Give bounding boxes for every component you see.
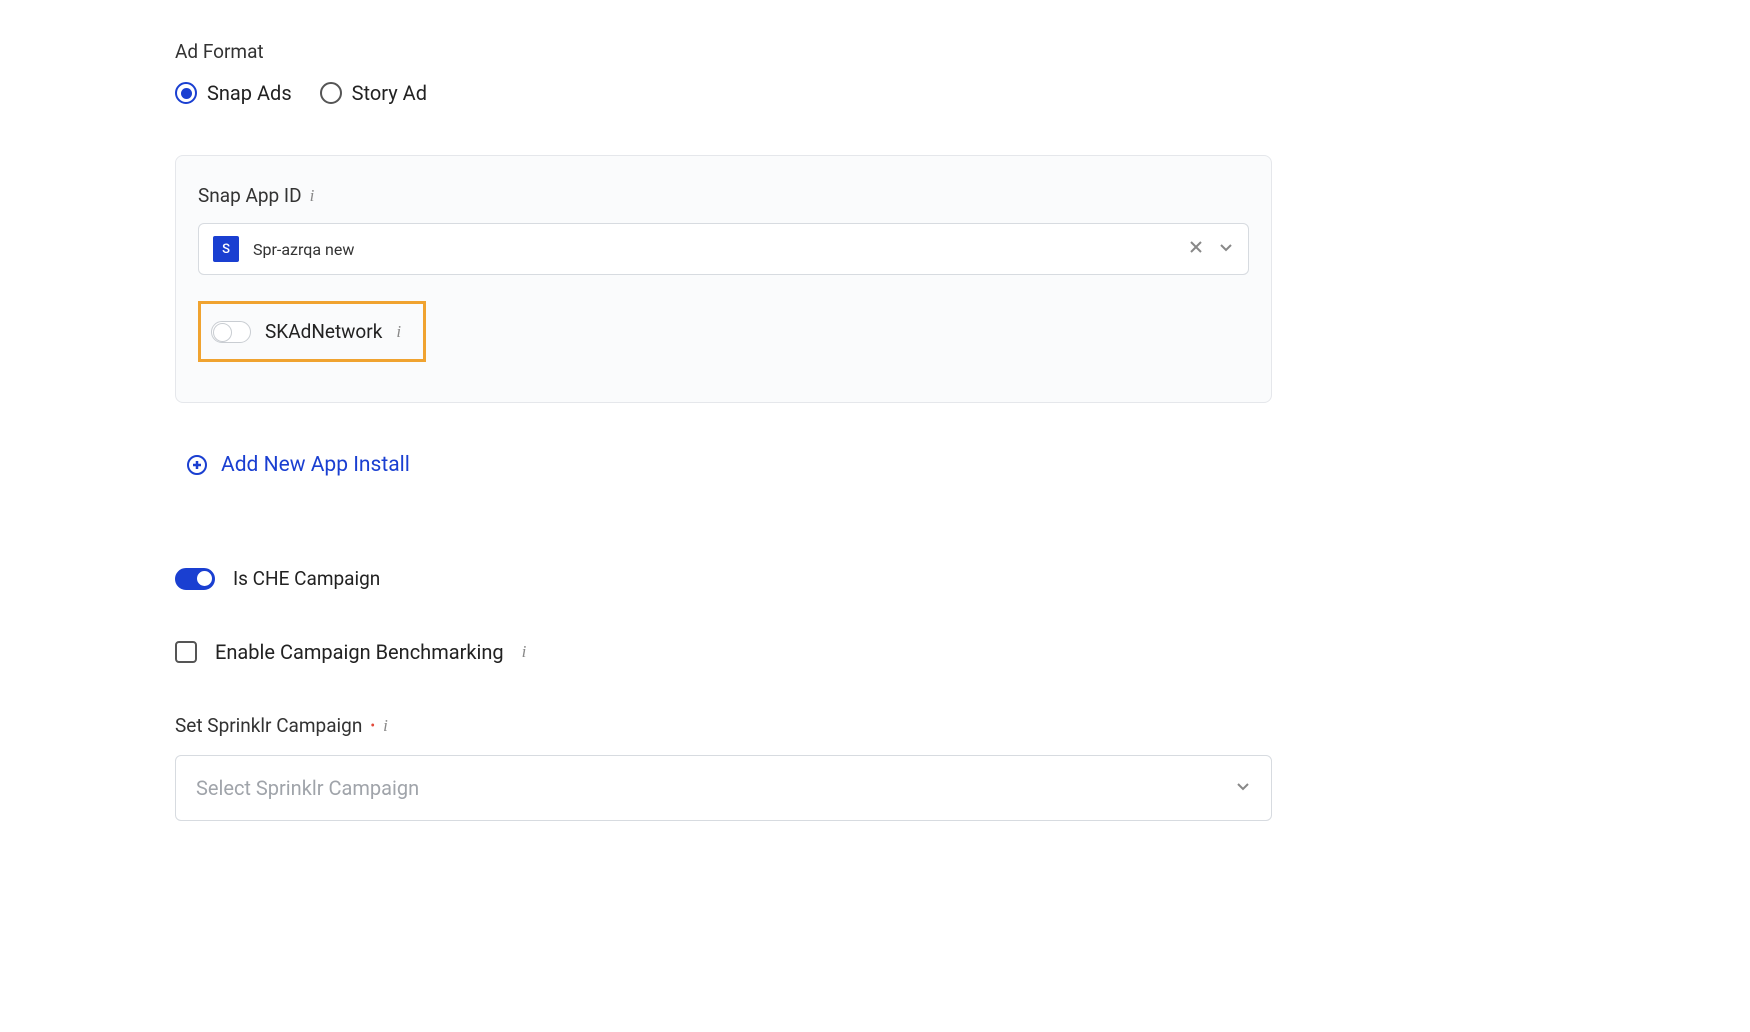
sprinklr-campaign-label: Set Sprinklr Campaign [175, 714, 362, 737]
plus-circle-icon [187, 455, 207, 475]
radio-story-ad[interactable]: Story Ad [320, 81, 427, 105]
ad-format-radio-group: Snap Ads Story Ad [175, 81, 1750, 105]
sprinklr-campaign-select[interactable]: Select Sprinklr Campaign [175, 755, 1272, 821]
info-icon[interactable]: i [383, 716, 388, 736]
add-new-app-install-label: Add New App Install [221, 453, 410, 477]
che-campaign-row: Is CHE Campaign [175, 567, 1750, 590]
sprinklr-campaign-section: Set Sprinklr Campaign • i Select Sprinkl… [175, 714, 1272, 821]
radio-story-ad-label: Story Ad [352, 81, 427, 105]
snap-app-id-value: Spr-azrqa new [253, 240, 1174, 259]
info-icon[interactable]: i [310, 186, 315, 206]
chevron-down-icon [1235, 778, 1251, 798]
add-new-app-install-button[interactable]: Add New App Install [187, 453, 410, 477]
info-icon[interactable]: i [396, 322, 401, 342]
benchmarking-row: Enable Campaign Benchmarking i [175, 640, 1750, 664]
che-campaign-label: Is CHE Campaign [233, 567, 380, 590]
sprinklr-campaign-title-row: Set Sprinklr Campaign • i [175, 714, 1272, 737]
radio-snap-ads-label: Snap Ads [207, 81, 292, 105]
radio-selected-icon [175, 82, 197, 104]
snap-app-card: Snap App ID i S Spr-azrqa new SKAdNetwor… [175, 155, 1272, 403]
snap-app-id-label-row: Snap App ID i [198, 184, 1249, 207]
radio-snap-ads[interactable]: Snap Ads [175, 81, 292, 105]
benchmarking-checkbox[interactable] [175, 641, 197, 663]
required-indicator: • [370, 718, 375, 734]
skadnetwork-highlight: SKAdNetwork i [198, 301, 426, 362]
snap-app-id-label: Snap App ID [198, 184, 302, 207]
skadnetwork-toggle[interactable] [211, 321, 251, 343]
skadnetwork-label: SKAdNetwork [265, 320, 382, 343]
benchmarking-label: Enable Campaign Benchmarking [215, 640, 504, 664]
sprinklr-campaign-placeholder: Select Sprinklr Campaign [196, 776, 419, 800]
clear-icon[interactable] [1188, 239, 1204, 259]
che-campaign-toggle[interactable] [175, 568, 215, 590]
chevron-down-icon[interactable] [1218, 239, 1234, 259]
ad-format-label: Ad Format [175, 40, 1750, 63]
info-icon[interactable]: i [522, 642, 527, 662]
radio-unselected-icon [320, 82, 342, 104]
select-actions [1188, 239, 1234, 259]
snap-app-id-select[interactable]: S Spr-azrqa new [198, 223, 1249, 275]
app-icon: S [213, 236, 239, 262]
